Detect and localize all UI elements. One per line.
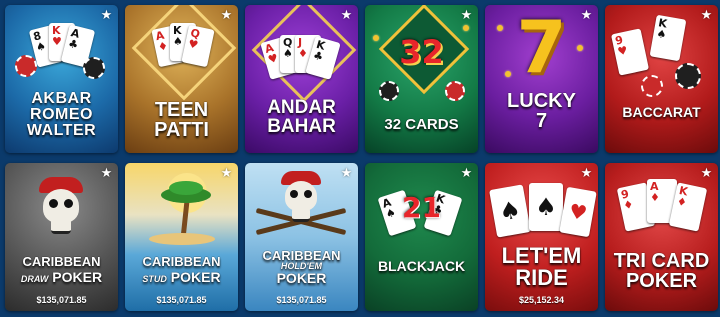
game-title-line: CARIBBEAN (142, 254, 221, 269)
favorite-star-icon[interactable]: ★ (100, 9, 113, 22)
jackpot-amount: $135,071.85 (156, 295, 207, 305)
game-tile-caribbean-draw-poker[interactable]: ★ CARIBBEAN DRAW POKER $135,071.85 (5, 163, 118, 311)
game-title-line: 32 CARDS (384, 116, 459, 133)
game-tile-akbar-romeo-walter[interactable]: ★ 8 ♠ K ♥ A ♣ AKBAR ROMEO WALTER (5, 5, 118, 153)
favorite-star-icon[interactable]: ★ (100, 167, 113, 180)
gold-coin (463, 25, 469, 31)
game-title-line: 7 (535, 110, 548, 132)
game-tile-let-em-ride[interactable]: ★ ♠ ♠ ♥ LET'EM RIDE $25,152.34 (485, 163, 598, 311)
favorite-star-icon[interactable]: ★ (340, 167, 353, 180)
playing-card: ♥ (559, 186, 597, 238)
game-tile-caribbean-stud-poker[interactable]: ★ CARIBBEAN STUD POKER $135,071.85 (125, 163, 238, 311)
favorite-star-icon[interactable]: ★ (460, 9, 473, 22)
game-title-line: POKER (52, 269, 103, 285)
casino-chip (379, 81, 399, 101)
game-title-line: CARIBBEAN (22, 254, 101, 269)
casino-chip (445, 81, 465, 101)
game-title-line: ROMEO (30, 106, 93, 123)
island (149, 233, 215, 245)
playing-card: ♠ (529, 183, 563, 231)
game-title-line: LET'EM (501, 243, 582, 268)
game-logo-number: 32 (399, 33, 444, 71)
gold-coin (505, 71, 511, 77)
game-title-line: BAHAR (267, 116, 336, 137)
gold-coin (373, 35, 379, 41)
game-title-line: RIDE (515, 265, 568, 290)
palm-tree-icon (161, 181, 211, 241)
game-tile-tri-card-poker[interactable]: ★ 9 ♦ A ♦ K ♦ TRI CARD POKER (605, 163, 718, 311)
casino-chip (83, 57, 105, 79)
gold-coin (577, 45, 583, 51)
game-logo-number: 21 (402, 191, 441, 224)
jackpot-amount: $25,152.34 (518, 295, 565, 305)
casino-chip (15, 55, 37, 77)
game-title-line: BLACKJACK (377, 258, 466, 274)
game-title-line: TRI CARD (613, 250, 710, 272)
jackpot-amount: $135,071.85 (36, 295, 87, 305)
game-grid: ★ 8 ♠ K ♥ A ♣ AKBAR ROMEO WALTER ★ A ♦ K ♠ Q ♥… (0, 0, 720, 317)
game-tile-blackjack[interactable]: ★ A ♠ K ♣ 21 BLACKJACK (365, 163, 478, 311)
favorite-star-icon[interactable]: ★ (700, 167, 713, 180)
game-title-line: POKER (625, 270, 698, 292)
favorite-star-icon[interactable]: ★ (220, 9, 233, 22)
casino-chip (641, 75, 663, 97)
game-title-line: POKER (170, 269, 221, 285)
casino-chip (675, 63, 701, 89)
game-title-line: BACCARAT (622, 104, 701, 120)
favorite-star-icon[interactable]: ★ (340, 9, 353, 22)
game-title-line: TEEN (154, 99, 209, 121)
game-tile-andar-bahar[interactable]: ★ A ♥ Q ♠ J ♦ K ♣ ANDAR BAHAR (245, 5, 358, 153)
game-title-line: ANDAR (267, 97, 336, 118)
gold-coin (497, 25, 503, 31)
game-tile-teen-patti[interactable]: ★ A ♦ K ♠ Q ♥ TEEN PATTI (125, 5, 238, 153)
game-tile-lucky-7[interactable]: ★ 7 LUCKY 7 (485, 5, 598, 153)
game-title-line: POKER (276, 270, 327, 286)
favorite-star-icon[interactable]: ★ (460, 167, 473, 180)
jackpot-amount: $135,071.85 (276, 295, 327, 305)
favorite-star-icon[interactable]: ★ (700, 9, 713, 22)
playing-card: ♠ (489, 184, 531, 238)
pirate-skull-icon (39, 177, 83, 235)
favorite-star-icon[interactable]: ★ (220, 167, 233, 180)
game-title-line: PATTI (154, 119, 209, 141)
game-title-line: AKBAR (31, 90, 92, 107)
game-title-line: LUCKY (507, 90, 576, 112)
game-tile-caribbean-holdem-poker[interactable]: ★ CARIBBEAN HOLD'EM POKER $135,071.85 (245, 163, 358, 311)
game-title-line: DRAW (20, 274, 49, 284)
game-title-line: STUD (142, 274, 167, 284)
game-tile-baccarat[interactable]: ★ 9 ♥ K ♠ BACCARAT (605, 5, 718, 153)
favorite-star-icon[interactable]: ★ (580, 167, 593, 180)
playing-card: K ♠ (649, 14, 687, 62)
game-tile-32-cards[interactable]: ★ 32 32 CARDS (365, 5, 478, 153)
playing-card: 9 ♥ (610, 28, 650, 76)
game-title-line: WALTER (26, 122, 97, 139)
pirate-skull-icon (281, 171, 321, 225)
